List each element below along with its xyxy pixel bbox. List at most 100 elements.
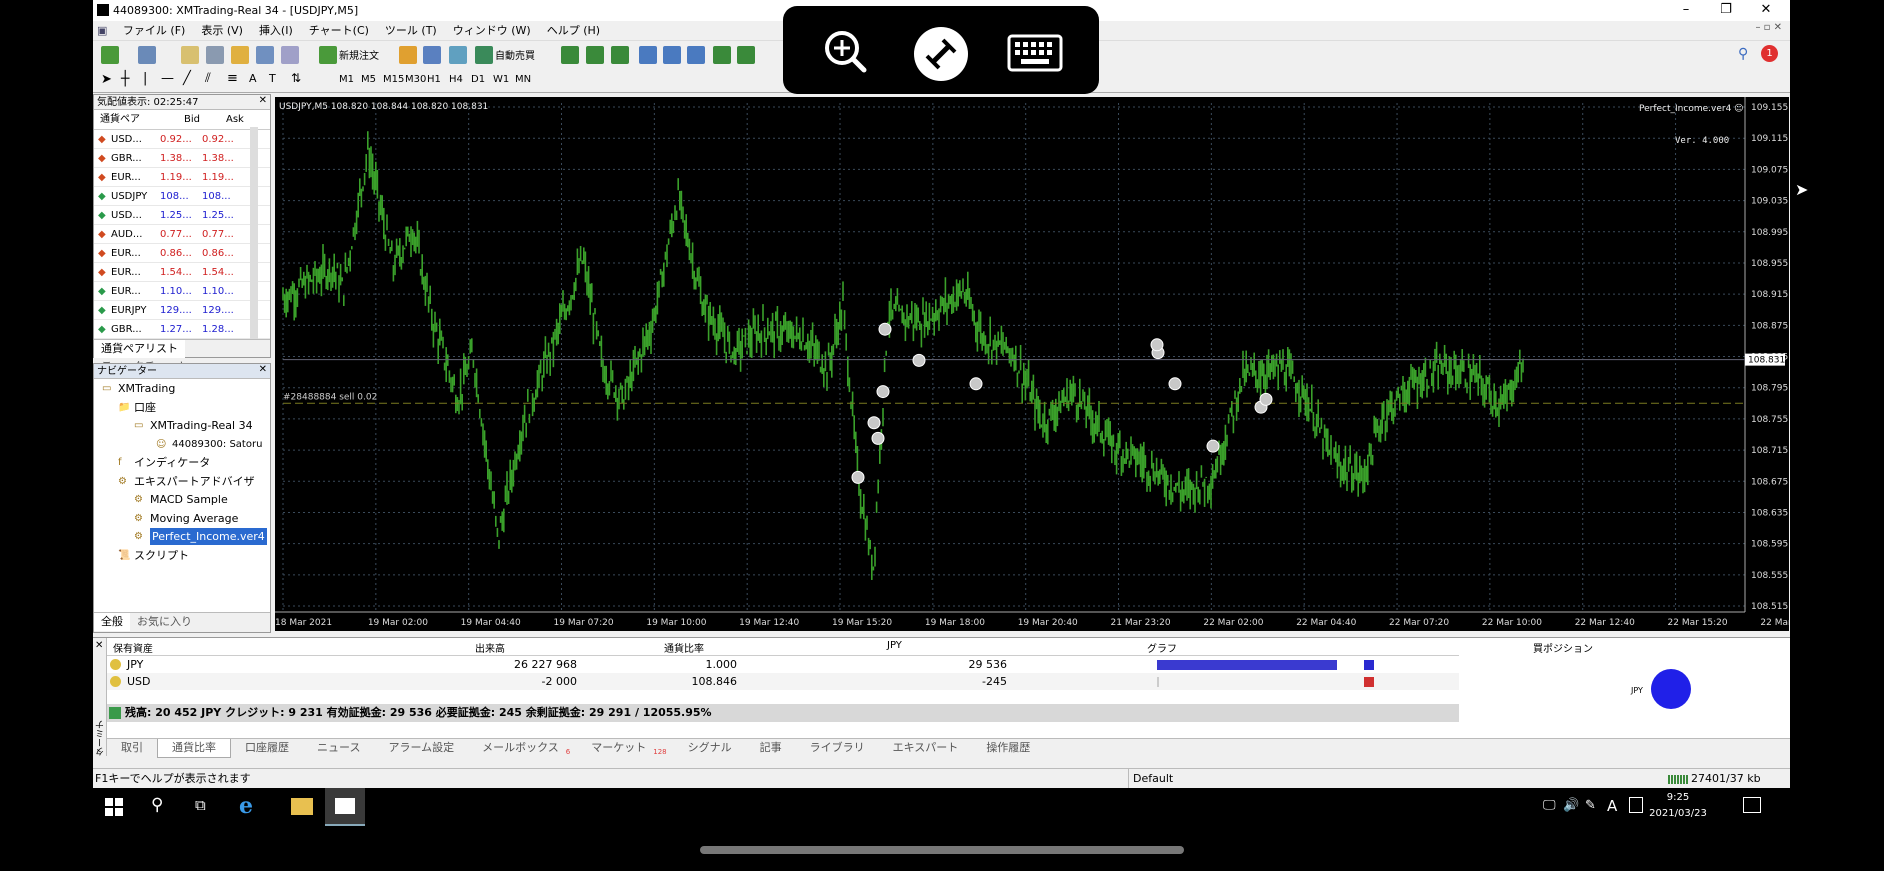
trade-marker[interactable] [851,470,865,484]
mdi-controls[interactable]: – ▫ ✕ [1755,22,1782,33]
nav-item-1[interactable]: 口座 [134,399,156,416]
restore-button[interactable]: ❐ [1706,0,1746,21]
text-label-icon[interactable]: T [269,72,276,85]
term-header-1[interactable]: 出来高 [475,640,505,655]
trendline-icon[interactable]: ╱ [183,71,191,86]
terminal-tab-9[interactable]: ライブラリ [796,739,879,757]
trade-marker[interactable] [878,322,892,336]
volume-icon[interactable]: 🔊 [1563,798,1579,813]
price-chart[interactable]: 109.155 109.115 109.075 109.035 108.995 108.9… [275,97,1884,631]
network-icon[interactable]: 🖵 [1543,798,1556,813]
terminal-row[interactable]: USD -2 000 108.846 -245 [107,673,1459,690]
auto-trade-icon[interactable] [475,46,493,64]
mt4-taskbar-icon[interactable] [325,788,365,826]
trade-marker[interactable] [969,377,983,391]
market-row[interactable]: ◆ USD... 1.25... 1.25... [94,206,270,225]
market-watch-scrollbar[interactable] [250,127,258,347]
nav-tab-1[interactable]: お気に入り [130,613,199,631]
terminal-tab-8[interactable]: 記事 [746,739,796,757]
nav-item-2[interactable]: XMTrading-Real 34 [150,417,253,434]
zoom-in-icon[interactable] [639,46,657,64]
metaeditor-icon[interactable] [399,46,417,64]
timeframe-m15[interactable]: M15 [383,74,404,85]
terminal-tab-4[interactable]: アラーム設定 [374,739,468,757]
text-icon[interactable]: A [249,72,257,85]
nav-item-7[interactable]: Moving Average [150,510,238,527]
header-symbol[interactable]: 通貨ペア [100,110,140,129]
search-icon[interactable]: ⚲ [1738,46,1748,62]
market-watch-icon[interactable] [181,46,199,64]
term-header-4[interactable]: グラフ [1147,640,1177,655]
nav-item-4[interactable]: インディケータ [134,454,210,471]
menu-item-1[interactable]: 表示 (V) [193,21,251,41]
nav-item-9[interactable]: スクリプト [134,547,189,564]
market-row[interactable]: ◆ EUR... 0.86... 0.86... [94,244,270,263]
fibonacci-icon[interactable]: ≡ [227,71,238,86]
terminal-icon[interactable] [256,46,274,64]
market-row[interactable]: ◆ EUR... 1.19... 1.19... [94,168,270,187]
menu-item-4[interactable]: ツール (T) [377,21,445,41]
chart-canvas[interactable]: 109.155 109.115 109.075 109.035 108.995 108.9… [275,97,1884,631]
close-button[interactable]: ✕ [1746,0,1786,21]
market-row[interactable]: ◆ GBR... 1.27... 1.28... [94,320,270,339]
ie-icon[interactable]: e [239,793,253,819]
explorer-icon[interactable] [291,798,313,815]
terminal-close-icon[interactable]: ✕ [95,640,103,651]
header-ask[interactable]: Ask [226,110,244,129]
autoscroll-icon[interactable] [713,46,731,64]
timeframe-m30[interactable]: M30 [405,74,426,85]
timeframe-m5[interactable]: M5 [361,74,376,85]
market-row[interactable]: ◆ USD... 0.92... 0.92... [94,130,270,149]
nav-item-0[interactable]: XMTrading [118,380,175,397]
task-view-icon[interactable]: ⧉ [195,796,206,814]
minimize-button[interactable]: – [1666,0,1706,21]
timeframe-w1[interactable]: W1 [493,74,509,85]
market-watch-close-icon[interactable]: ✕ [259,95,267,106]
pen-icon[interactable]: ✎ [1585,798,1596,813]
terminal-tab-2[interactable]: 口座履歴 [231,739,303,757]
navigator-icon[interactable] [231,46,249,64]
menu-item-6[interactable]: ヘルプ (H) [539,21,608,41]
term-header-0[interactable]: 保有資産 [113,640,153,655]
crosshair-icon[interactable]: ┼ [121,71,129,87]
menu-item-5[interactable]: ウィンドウ (W) [445,21,539,41]
timeframe-h4[interactable]: H4 [449,74,463,85]
zoom-out-icon[interactable] [663,46,681,64]
channel-icon[interactable]: ⫽ [205,71,211,86]
keyboard-icon[interactable] [1007,34,1063,72]
navigator-close-icon[interactable]: ✕ [259,364,267,375]
tester-icon[interactable] [281,46,299,64]
vertical-line-icon[interactable]: | [143,71,147,86]
nav-item-8[interactable]: Perfect_Income.ver4 [150,528,267,545]
terminal-tab-5[interactable]: メールボックス 6 [468,739,577,761]
nav-item-5[interactable]: エキスパートアドバイザ [134,473,255,490]
market-row[interactable]: ◆ USDJPY 108... 108... [94,187,270,206]
timeframe-d1[interactable]: D1 [471,74,485,85]
terminal-tab-10[interactable]: エキスパート [879,739,973,757]
trade-marker[interactable] [1259,392,1273,406]
data-window-icon[interactable] [206,46,224,64]
disconnect-icon[interactable] [913,26,969,82]
ime-mode-icon[interactable] [1629,797,1643,813]
terminal-tab-3[interactable]: ニュース [303,739,374,757]
trade-marker[interactable] [912,353,926,367]
timeframe-h1[interactable]: H1 [427,74,441,85]
market-row[interactable]: ◆ EURJPY 129.... 129.... [94,301,270,320]
new-order-button[interactable]: 新規注文 [339,47,379,62]
new-order-icon[interactable] [319,46,337,64]
tile-windows-icon[interactable] [687,46,705,64]
nav-tab-0[interactable]: 全般 [94,613,130,631]
terminal-tab-6[interactable]: マーケット 128 [577,739,673,761]
signals-icon[interactable] [423,46,441,64]
term-header-5[interactable]: 買ポジション [1533,640,1593,655]
line-chart-icon[interactable] [611,46,629,64]
nav-item-6[interactable]: MACD Sample [150,491,228,508]
nav-item-3[interactable]: 44089300: Satoru [172,436,262,453]
notification-icon[interactable] [1743,797,1761,813]
new-chart-icon[interactable] [101,46,119,64]
mw-tab-0[interactable]: 通貨ペアリスト [94,340,185,358]
search-taskbar-icon[interactable]: ⚲ [151,795,163,815]
trade-marker[interactable] [867,416,881,430]
profiles-icon[interactable] [138,46,156,64]
trade-marker[interactable] [1150,338,1164,352]
